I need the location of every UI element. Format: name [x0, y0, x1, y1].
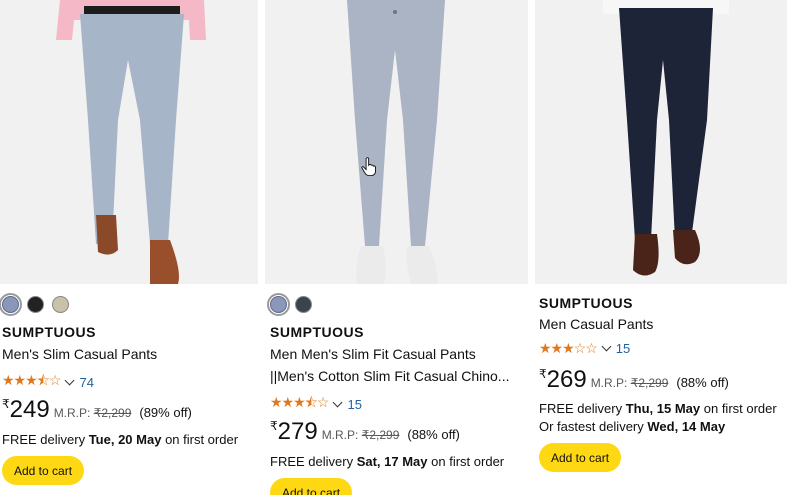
delivery-info: FREE delivery Tue, 20 May on first order — [2, 431, 252, 449]
fastest-delivery-prefix: Or fastest delivery — [539, 419, 644, 434]
delivery-prefix: FREE delivery — [2, 432, 86, 447]
mrp-label: M.R.P: — [590, 376, 628, 390]
delivery-prefix: FREE delivery — [539, 401, 623, 416]
swatch-3[interactable] — [52, 296, 69, 313]
delivery-date: Thu, 15 May — [625, 401, 701, 416]
swatch-1[interactable] — [0, 293, 22, 316]
rating-count-link[interactable]: 15 — [347, 397, 361, 412]
price-value: 279 — [277, 418, 318, 445]
mrp: M.R.P: ₹2,299 — [591, 376, 669, 390]
currency-symbol: ₹ — [270, 419, 278, 433]
product-brand: SUMPTUOUS — [2, 324, 96, 340]
rating-count-link[interactable]: 74 — [79, 375, 93, 390]
currency-symbol: ₹ — [2, 397, 10, 411]
product-title-line-1: Men Men's Slim Fit Casual Pants — [270, 346, 476, 362]
price-row: ₹ 269 M.R.P: ₹2,299 (88% off) — [539, 366, 729, 394]
mrp: M.R.P: ₹2,299 — [322, 428, 400, 442]
product-rating[interactable]: ★★★☆☆ 15 — [539, 340, 630, 357]
discount: (88% off) — [407, 427, 460, 442]
delivery-date: Tue, 20 May — [88, 432, 162, 447]
color-swatches — [267, 293, 312, 316]
price-row: ₹ 279 M.R.P: ₹2,299 (88% off) — [270, 418, 460, 446]
product-card: SUMPTUOUS Men Casual Pants ★★★☆☆ 15 ₹ 26… — [535, 0, 787, 495]
price-value: 269 — [546, 366, 587, 393]
mrp: M.R.P: ₹2,299 — [54, 406, 132, 420]
delivery-suffix: on first order — [165, 432, 239, 447]
pants-photo — [0, 0, 258, 284]
product-card: SUMPTUOUS Men's Slim Casual Pants ★★★⯪☆ … — [0, 0, 258, 495]
product-brand: SUMPTUOUS — [539, 295, 633, 311]
product-image[interactable] — [265, 0, 528, 284]
delivery-suffix: on first order — [431, 454, 505, 469]
star-rating-icon: ★★★⯪☆ — [2, 372, 61, 388]
product-image[interactable] — [0, 0, 258, 284]
add-to-cart-button[interactable]: Add to cart — [539, 443, 622, 472]
swatch-2[interactable] — [295, 296, 312, 313]
pants-photo — [535, 0, 787, 284]
delivery-suffix: on first order — [703, 401, 777, 416]
fastest-delivery-date: Wed, 14 May — [647, 419, 726, 434]
product-card: SUMPTUOUS Men Men's Slim Fit Casual Pant… — [265, 0, 528, 495]
pants-photo — [265, 0, 528, 284]
mrp-label: M.R.P: — [53, 406, 91, 420]
delivery-date: Sat, 17 May — [356, 454, 428, 469]
hand-cursor-icon — [361, 157, 376, 176]
star-rating-icon: ★★★☆☆ — [539, 340, 598, 356]
add-to-cart-button[interactable]: Add to cart — [270, 478, 353, 495]
discount: (88% off) — [676, 375, 729, 390]
product-rating[interactable]: ★★★⯪☆ 15 — [270, 392, 362, 416]
product-brand: SUMPTUOUS — [270, 324, 364, 340]
chevron-down-icon[interactable] — [333, 397, 343, 407]
product-title-line-2: ||Men's Cotton Slim Fit Casual Chino... — [270, 368, 510, 384]
color-swatches — [0, 293, 69, 316]
add-to-cart-button[interactable]: Add to cart — [2, 456, 85, 485]
price-row: ₹ 249 M.R.P: ₹2,299 (89% off) — [2, 396, 192, 424]
swatch-2[interactable] — [27, 296, 44, 313]
product-image[interactable] — [535, 0, 787, 284]
swatch-1[interactable] — [267, 293, 290, 316]
product-title-link[interactable]: Men Casual Pants — [539, 313, 787, 335]
rating-count-link[interactable]: 15 — [616, 341, 630, 356]
mrp-value: ₹2,299 — [361, 428, 400, 442]
mrp-value: ₹2,299 — [93, 406, 132, 420]
mrp-label: M.R.P: — [321, 428, 359, 442]
star-rating-icon: ★★★⯪☆ — [270, 394, 329, 410]
product-title-link[interactable]: Men Men's Slim Fit Casual Pants ||Men's … — [270, 343, 520, 387]
delivery-info: FREE delivery Sat, 17 May on first order — [270, 453, 520, 471]
mrp-value: ₹2,299 — [630, 376, 669, 390]
product-rating[interactable]: ★★★⯪☆ 74 — [2, 370, 94, 394]
delivery-prefix: FREE delivery — [270, 454, 354, 469]
delivery-info: FREE delivery Thu, 15 May on first order… — [539, 400, 787, 436]
discount: (89% off) — [139, 405, 192, 420]
product-title-link[interactable]: Men's Slim Casual Pants — [2, 343, 252, 365]
price-value: 249 — [9, 396, 50, 423]
chevron-down-icon[interactable] — [601, 341, 612, 352]
chevron-down-icon[interactable] — [65, 375, 75, 385]
currency-symbol: ₹ — [539, 367, 547, 381]
